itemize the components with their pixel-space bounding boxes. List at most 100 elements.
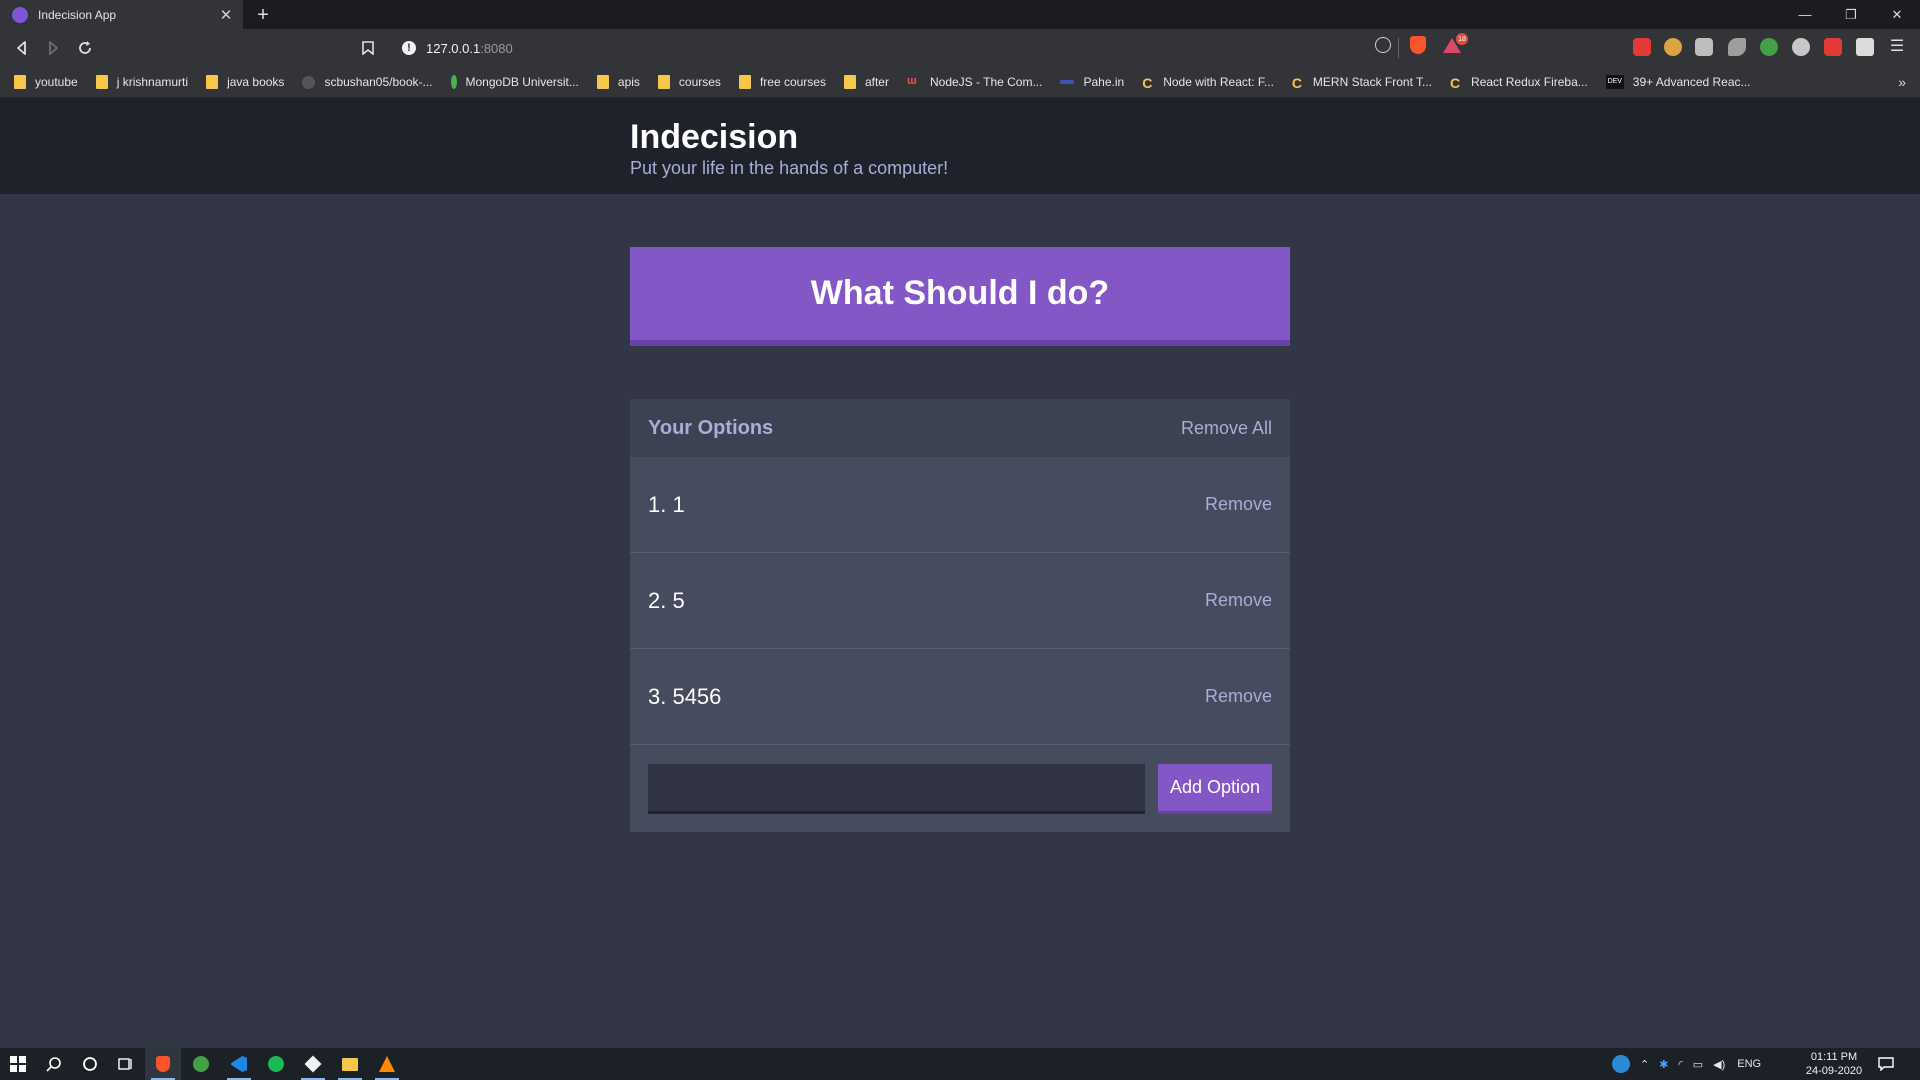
cortana-icon[interactable] [72,1048,108,1080]
minimize-window-icon[interactable]: — [1782,0,1828,29]
bookmark-page-icon[interactable] [357,37,379,59]
pahe-icon [1060,80,1075,84]
menu-icon[interactable]: ☰ [1888,38,1906,56]
folder-icon [206,75,219,89]
vscode-logo-icon [231,1056,247,1072]
compass-extension-icon[interactable] [1792,38,1810,56]
bookmark-item[interactable]: C Node with React: F... [1142,75,1274,91]
globe-taskbar-icon[interactable] [183,1048,219,1080]
what-should-i-do-button[interactable]: What Should I do? [630,247,1290,346]
folder-logo-icon [342,1057,358,1071]
chevron-up-icon[interactable]: ⌃ [1640,1058,1649,1071]
url-host: 127.0.0.1 [426,40,481,56]
bookmark-item[interactable]: C React Redux Fireba... [1450,75,1588,91]
task-view-icon[interactable] [108,1048,144,1080]
tab-title: Indecision App [38,7,117,22]
file-explorer-taskbar-icon[interactable] [332,1048,368,1080]
bookmark-label: java books [227,75,285,89]
bookmark-label: MERN Stack Front T... [1312,75,1433,89]
help-icon[interactable] [1612,1055,1630,1073]
remove-all-button[interactable]: Remove All [1181,418,1272,439]
bookmark-item[interactable]: java books [206,75,284,89]
bookmark-label: j krishnamurti [116,75,189,89]
person-extension-icon[interactable] [1664,38,1682,56]
search-icon[interactable] [36,1048,72,1080]
restore-window-icon[interactable]: ❐ [1828,0,1874,29]
volume-icon[interactable]: ◀) [1713,1058,1725,1071]
spotify-taskbar-icon[interactable] [258,1048,294,1080]
option-item: 2. 5 Remove [630,553,1290,649]
wifi-icon[interactable]: ◜ [1678,1058,1682,1071]
git-logo-icon [304,1055,322,1073]
address-bar[interactable]: ! 127.0.0.1:8080 [390,34,1470,62]
bookmark-item[interactable]: free courses [738,75,826,89]
windows-start-icon[interactable] [0,1048,36,1080]
vscode-taskbar-icon[interactable] [221,1048,257,1080]
close-tab-icon[interactable]: ✕ [215,6,237,24]
bookmark-item[interactable]: apis [596,75,640,89]
folder-icon [14,75,26,89]
bookmark-item[interactable]: scbushan05/book-... [302,75,433,89]
vlc-logo-icon [379,1056,395,1072]
page-title: Indecision [630,118,799,156]
bookmark-label: Node with React: F... [1163,75,1274,89]
bird-extension-icon[interactable] [1728,38,1746,56]
language-indicator[interactable]: ENG [1737,1058,1761,1070]
clock-time: 01:11 PM [1810,1051,1858,1063]
brave-taskbar-icon[interactable] [145,1048,181,1080]
bookmark-item[interactable]: after [843,75,889,89]
bookmark-label: scbushan05/book-... [324,75,433,89]
git-taskbar-icon[interactable] [295,1048,331,1080]
github-icon [302,75,316,89]
browser-tab[interactable]: Indecision App ✕ [0,0,243,29]
notifications-icon[interactable] [1868,1048,1904,1080]
reload-icon[interactable] [74,37,96,59]
browser-toolbar: ! 127.0.0.1:8080 18 ☰ [0,29,1920,67]
udemy-icon: ɯ [906,75,917,87]
bookmark-label: 39+ Advanced Reac... [1632,75,1751,89]
bookmark-item[interactable]: MongoDB Universit... [450,75,579,89]
zoom-icon[interactable] [1375,37,1391,53]
options-header: Your Options Remove All [630,399,1290,457]
bookmark-item[interactable]: courses [657,75,721,89]
vlc-taskbar-icon[interactable] [369,1048,405,1080]
bookmark-item[interactable]: youtube [14,75,78,89]
app-header: Indecision Put your life in the hands of… [0,98,1920,194]
remove-option-button[interactable]: Remove [1205,494,1272,515]
more-bookmarks-icon[interactable]: » [1898,74,1906,90]
remove-option-button[interactable]: Remove [1205,590,1272,611]
bookmark-label: MongoDB Universit... [465,75,579,89]
battery-icon[interactable]: ▭ [1693,1058,1703,1071]
extensions-puzzle-icon[interactable] [1856,38,1874,56]
forward-icon[interactable] [42,37,64,59]
bookmark-item[interactable]: ɯ NodeJS - The Com... [907,75,1043,89]
bluetooth-icon[interactable]: ✱ [1659,1058,1668,1071]
bookmark-label: after [864,75,889,89]
option-input[interactable] [648,763,1145,814]
gmail-extension-icon[interactable] [1633,38,1651,56]
back-icon[interactable] [11,37,33,59]
browser-tab-strip: Indecision App ✕ + — ❐ ✕ [0,0,1920,29]
app-favicon-icon [12,6,28,23]
folder-icon [95,75,108,89]
c-icon: C [1142,75,1153,91]
brave-shields-icon[interactable] [1410,36,1426,54]
site-info-icon[interactable]: ! [402,41,416,55]
new-tab-icon[interactable]: + [252,2,274,28]
close-window-icon[interactable]: ✕ [1874,0,1920,29]
folder-icon [843,75,856,89]
spotify-logo-icon [268,1056,284,1072]
taskbar-clock[interactable]: 01:11 PM 24-09-2020 [1800,1050,1868,1078]
globe-extension-icon[interactable] [1760,38,1778,56]
option-item: 1. 1 Remove [630,457,1290,553]
remove-option-button[interactable]: Remove [1205,686,1272,707]
add-option-button[interactable]: Add Option [1158,763,1272,814]
bookmark-item[interactable]: Pahe.in [1060,75,1124,89]
bookmark-label: courses [678,75,721,89]
reader-extension-icon[interactable] [1695,38,1713,56]
bookmark-item[interactable]: j krishnamurti [95,75,189,89]
bookmark-item[interactable]: DEV 39+ Advanced Reac... [1605,75,1751,89]
windows-taskbar: ⌃ ✱ ◜ ▭ ◀) ENG 01:11 PM 24-09-2020 [0,1048,1920,1080]
gift-extension-icon[interactable] [1824,38,1842,56]
bookmark-item[interactable]: C MERN Stack Front T... [1292,75,1433,91]
